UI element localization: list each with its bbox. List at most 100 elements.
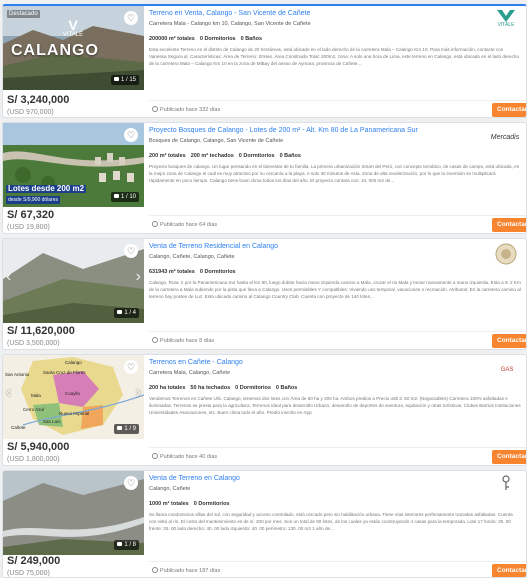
listing-description: Calango. Ruta: ir por la Panamericana Su…: [149, 280, 521, 299]
listing-card[interactable]: Destacado V VITALE CALANGO ♡ 1 / 15 S/ 3…: [2, 4, 527, 118]
featured-badge: Destacado: [7, 10, 40, 18]
listing-specs: 1000 m² totales 0 Dormitorios: [149, 500, 521, 508]
photo-overlay-word: CALANGO: [11, 42, 99, 59]
price: S/ 67,320: [7, 209, 55, 221]
photo-count: 1 / 8: [114, 540, 139, 550]
agency-logo[interactable]: [490, 475, 522, 497]
photo-count-text: 1 / 8: [124, 542, 136, 548]
published-text: Publicado hace 8 días: [160, 338, 215, 344]
listing-address: Carretera Mala - Calango km 10, Calango,…: [149, 21, 311, 27]
published-text: Publicado hace 40 días: [160, 454, 218, 460]
camera-icon: [117, 310, 123, 315]
listing-description: Vendemos Terrenos en Cañete Urb. Calango…: [149, 396, 521, 415]
listing-specs: 200 ha totales 50 ha techados 0 Dormitorio…: [149, 384, 521, 392]
photo-count: 1 / 4: [114, 308, 139, 318]
heart-icon[interactable]: ♡: [124, 11, 138, 25]
spec-area: 631943 m² totales: [149, 269, 195, 275]
chevron-left-icon[interactable]: ‹: [6, 383, 11, 403]
listing-card[interactable]: ♡ Lotes desde 200 m2 desde S/9,900 dólar…: [2, 122, 527, 234]
camera-icon: [113, 194, 119, 199]
price: S/ 11,620,000: [7, 325, 75, 337]
contact-button[interactable]: Contactar: [492, 218, 526, 232]
chevron-right-icon[interactable]: ›: [136, 383, 141, 403]
listing-photo[interactable]: Destacado V VITALE CALANGO ♡ 1 / 15: [3, 6, 144, 90]
spec-bedrooms: 0 Dormitorios: [199, 36, 236, 42]
price-block: S/ 11,620,000 (USD 3,500,000): [7, 325, 75, 347]
spec-area: 200000 m² totales: [149, 36, 195, 42]
contact-button[interactable]: Contactar: [492, 564, 526, 577]
chevron-left-icon[interactable]: ‹: [6, 267, 11, 287]
camera-icon: [117, 542, 123, 547]
camera-icon: [113, 77, 119, 82]
agency-name: VITALE: [497, 22, 515, 28]
listing-info: Terreno en Venta, Calango - San Vicente …: [149, 9, 521, 68]
spec-area: 200 m² totales: [149, 153, 186, 159]
agency-name: GAS: [500, 367, 514, 373]
listing-footer: Publicado hace 332 días Contactar: [149, 100, 526, 117]
published-date: Publicado hace 187 días: [152, 567, 220, 575]
photo-logo: V VITALE: [61, 18, 85, 39]
clock-icon: [152, 567, 158, 573]
listing-title[interactable]: Proyecto Bosques de Calango - Lotes de 2…: [149, 126, 479, 136]
listing-card[interactable]: Calango Santa Cruz de Flores San Antonio…: [2, 354, 527, 466]
price: S/ 3,240,000: [7, 94, 70, 106]
listing-footer: Publicado hace 64 días Contactar: [149, 215, 526, 233]
listing-address: Bosques de Calango, Calango, San Vicente…: [149, 138, 284, 144]
spec-area: 1000 m² totales: [149, 501, 189, 507]
listing-info: Terrenos en Cañete - Calango Carretera M…: [149, 358, 521, 417]
vitale-v-mark: V: [68, 17, 78, 33]
price-usd: (USD 19,800): [7, 224, 50, 231]
published-text: Publicado hace 187 días: [160, 568, 221, 574]
contact-button[interactable]: Contactar: [492, 450, 526, 464]
heart-icon[interactable]: ♡: [124, 476, 138, 490]
heart-icon[interactable]: ♡: [124, 128, 138, 142]
published-date: Publicado hace 64 días: [152, 221, 217, 229]
map-label: San Luis: [43, 419, 61, 424]
agency-logo[interactable]: GAS: [492, 359, 522, 381]
map-label: Nuevo Imperial: [59, 411, 90, 416]
listing-title[interactable]: Venta de Terreno Residencial en Calango: [149, 242, 479, 252]
price: S/ 249,000: [7, 555, 61, 567]
listing-photo[interactable]: ♡ Lotes desde 200 m2 desde S/9,900 dólar…: [3, 123, 144, 207]
listing-title[interactable]: Terreno en Venta, Calango - San Vicente …: [149, 9, 479, 19]
listing-title[interactable]: Terrenos en Cañete - Calango: [149, 358, 479, 368]
heart-icon[interactable]: ♡: [124, 360, 138, 374]
photo-logo-text: VITALE: [62, 32, 84, 38]
listing-address: Carretera Mala, Calango, Cañete: [149, 370, 231, 376]
heart-icon[interactable]: ♡: [124, 244, 138, 258]
listing-address: Calango, Cañete, Calango, Cañete: [149, 254, 235, 260]
listing-photo[interactable]: ♡ ‹ › 1 / 4: [3, 239, 144, 323]
price-block: S/ 249,000 (USD 75,000): [7, 555, 60, 577]
map-label: Coayllo: [65, 391, 81, 396]
promo-headline: Lotes desde 200 m2: [6, 184, 87, 193]
contact-button[interactable]: Contactar: [492, 103, 526, 117]
listing-card[interactable]: ♡ 1 / 8 S/ 249,000 (USD 75,000) Venta de…: [2, 470, 527, 578]
published-text: Publicado hace 332 días: [160, 107, 221, 113]
listing-specs: 200000 m² totales 0 Dormitorios 0 Baños: [149, 35, 521, 43]
chevron-right-icon[interactable]: ›: [136, 267, 141, 287]
price: S/ 5,940,000: [7, 441, 70, 453]
photo-promo: Lotes desde 200 m2 desde S/9,900 dólares: [6, 183, 87, 204]
photo-count: 1 / 10: [110, 192, 139, 202]
price-usd: (USD 75,000): [7, 570, 50, 577]
listing-info: Proyecto Bosques de Calango - Lotes de 2…: [149, 126, 521, 185]
agency-logo[interactable]: VITALE: [490, 10, 522, 32]
listing-title[interactable]: Venta de Terreno en Calango: [149, 474, 479, 484]
listing-description: Se llama condominios villas del sol, con…: [149, 512, 513, 531]
price-block: S/ 67,320 (USD 19,800): [7, 209, 54, 231]
agency-logo[interactable]: [490, 243, 522, 265]
agency-logo[interactable]: Mercadis: [488, 127, 522, 149]
listing-photo[interactable]: Calango Santa Cruz de Flores San Antonio…: [3, 355, 144, 439]
listing-photo[interactable]: ♡ 1 / 8: [3, 471, 144, 555]
listing-card[interactable]: ♡ ‹ › 1 / 4 S/ 11,620,000 (USD 3,500,000…: [2, 238, 527, 350]
map-label: Mala: [31, 393, 41, 398]
spec-bathrooms: 0 Baños: [275, 385, 298, 391]
photo-count: 1 / 15: [110, 75, 139, 85]
listing-description: Esta excelente Terreno en el distrito de…: [149, 47, 520, 66]
contact-button[interactable]: Contactar: [492, 334, 526, 348]
camera-icon: [117, 426, 123, 431]
spec-bathrooms: 0 Baños: [279, 153, 301, 159]
promo-subline: desde S/9,900 dólares: [6, 196, 61, 204]
listing-info: Venta de Terreno en Calango Calango, Cañ…: [149, 474, 521, 533]
map-label: Cerro Azul: [23, 407, 45, 412]
